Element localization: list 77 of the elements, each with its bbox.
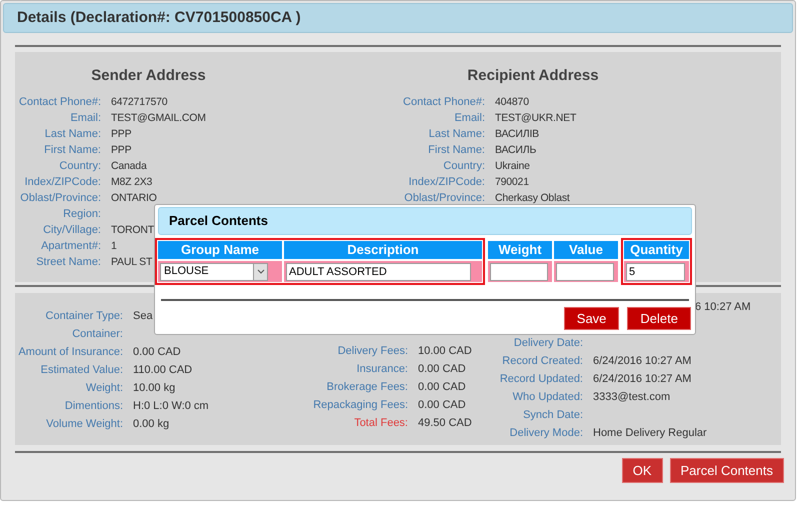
field-label: Container Type: xyxy=(44,309,123,324)
section-heading: Sender Address xyxy=(90,66,207,86)
field-label: Delivery Mode: xyxy=(508,426,583,441)
popup-title: Parcel Contents xyxy=(169,212,268,230)
column-header: Group Name xyxy=(158,241,282,259)
field-value: 10.00 CAD xyxy=(418,344,472,359)
field-label: Email: xyxy=(453,111,485,126)
field-label: Index/ZIPCode: xyxy=(24,175,101,190)
field-label: Brokerage Fees: xyxy=(326,380,408,395)
field-value: 6472717570 xyxy=(111,95,168,110)
field-value: ВАСИЛЬ xyxy=(495,143,536,158)
field-label: Delivery Fees: xyxy=(336,344,408,359)
field-label: Delivery Date: xyxy=(512,336,583,351)
field-label: Who Updated: xyxy=(512,390,583,405)
field-label: Estimated Value: xyxy=(40,363,123,378)
column-header: Weight xyxy=(488,241,552,259)
field-label: Record Updated: xyxy=(498,372,583,387)
field-value: TEST@UKR.NET xyxy=(495,111,576,126)
field-label: Country: xyxy=(442,159,485,174)
field-value: 404870 xyxy=(495,95,529,110)
field-value: ВАСИЛІВ xyxy=(495,127,539,142)
field-label: Contact Phone#: xyxy=(18,95,101,110)
field-value: Ukraine xyxy=(495,159,530,174)
field-value: TORONT xyxy=(111,223,154,238)
field-value: PPP xyxy=(111,143,132,158)
field-value: Sea xyxy=(133,309,153,324)
field-label: Contact Phone#: xyxy=(402,95,485,110)
field-label: First Name: xyxy=(43,143,101,158)
field-value: 110.00 CAD xyxy=(133,363,192,378)
field-label: Oblast/Province: xyxy=(403,191,485,206)
column-header: Value xyxy=(554,241,618,259)
field-label: Weight: xyxy=(84,381,123,396)
field-label: Region: xyxy=(62,207,101,222)
dialog-title: Details (Declaration#: CV701500850CA ) xyxy=(17,8,301,28)
field-value: 6/24/2016 10:27 AM xyxy=(593,372,692,387)
field-value: PPP xyxy=(111,127,132,142)
field-value: Cherkasy Oblast xyxy=(495,191,570,206)
field-value: 790021 xyxy=(495,175,529,190)
field-value: Canada xyxy=(111,159,147,174)
field-label: Oblast/Province: xyxy=(19,191,101,206)
field-value: 6/24/2016 10:27 AM xyxy=(593,354,692,369)
field-label: Record Created: xyxy=(501,354,583,369)
column-header: Description xyxy=(284,241,482,259)
field-value: M8Z 2X3 xyxy=(111,175,152,190)
field-label: Volume Weight: xyxy=(45,417,123,432)
section-heading: Recipient Address xyxy=(466,66,600,86)
field-value: PAUL ST xyxy=(111,255,152,270)
field-label: Insurance: xyxy=(356,362,408,377)
field-label: Repackaging Fees: xyxy=(312,398,408,413)
field-value: 0.00 CAD xyxy=(418,398,466,413)
field-value: ONTARIO xyxy=(111,191,157,206)
field-label: Synch Date: xyxy=(522,408,583,423)
field-label: Apartment#: xyxy=(40,239,101,254)
field-value: 1 xyxy=(111,239,117,254)
field-label: Last Name: xyxy=(428,127,485,142)
field-label: Dimentions: xyxy=(64,399,123,414)
field-value: 3333@test.com xyxy=(593,390,670,405)
field-value: TEST@GMAIL.COM xyxy=(111,111,206,126)
field-value: 0.00 CAD xyxy=(418,362,466,377)
field-value: 0.00 CAD xyxy=(133,345,181,360)
field-label: Total Fees: xyxy=(353,416,408,431)
field-value: 10.00 kg xyxy=(133,381,176,396)
field-label: City/Village: xyxy=(42,223,101,238)
field-label: Country: xyxy=(58,159,101,174)
field-value: H:0 L:0 W:0 cm xyxy=(133,399,209,414)
field-value: 49.50 CAD xyxy=(418,416,472,431)
field-label: Last Name: xyxy=(44,127,101,142)
column-header: Quantity xyxy=(624,241,689,259)
field-label: Street Name: xyxy=(35,255,101,270)
field-label: Email: xyxy=(69,111,101,126)
field-label: First Name: xyxy=(427,143,485,158)
field-label: Amount of Insurance: xyxy=(17,345,123,360)
field-label: Index/ZIPCode: xyxy=(408,175,485,190)
field-value: Home Delivery Regular xyxy=(593,426,707,441)
field-value: 0.00 CAD xyxy=(418,380,466,395)
field-label: Container: xyxy=(71,327,123,342)
field-value: 0.00 kg xyxy=(133,417,170,432)
